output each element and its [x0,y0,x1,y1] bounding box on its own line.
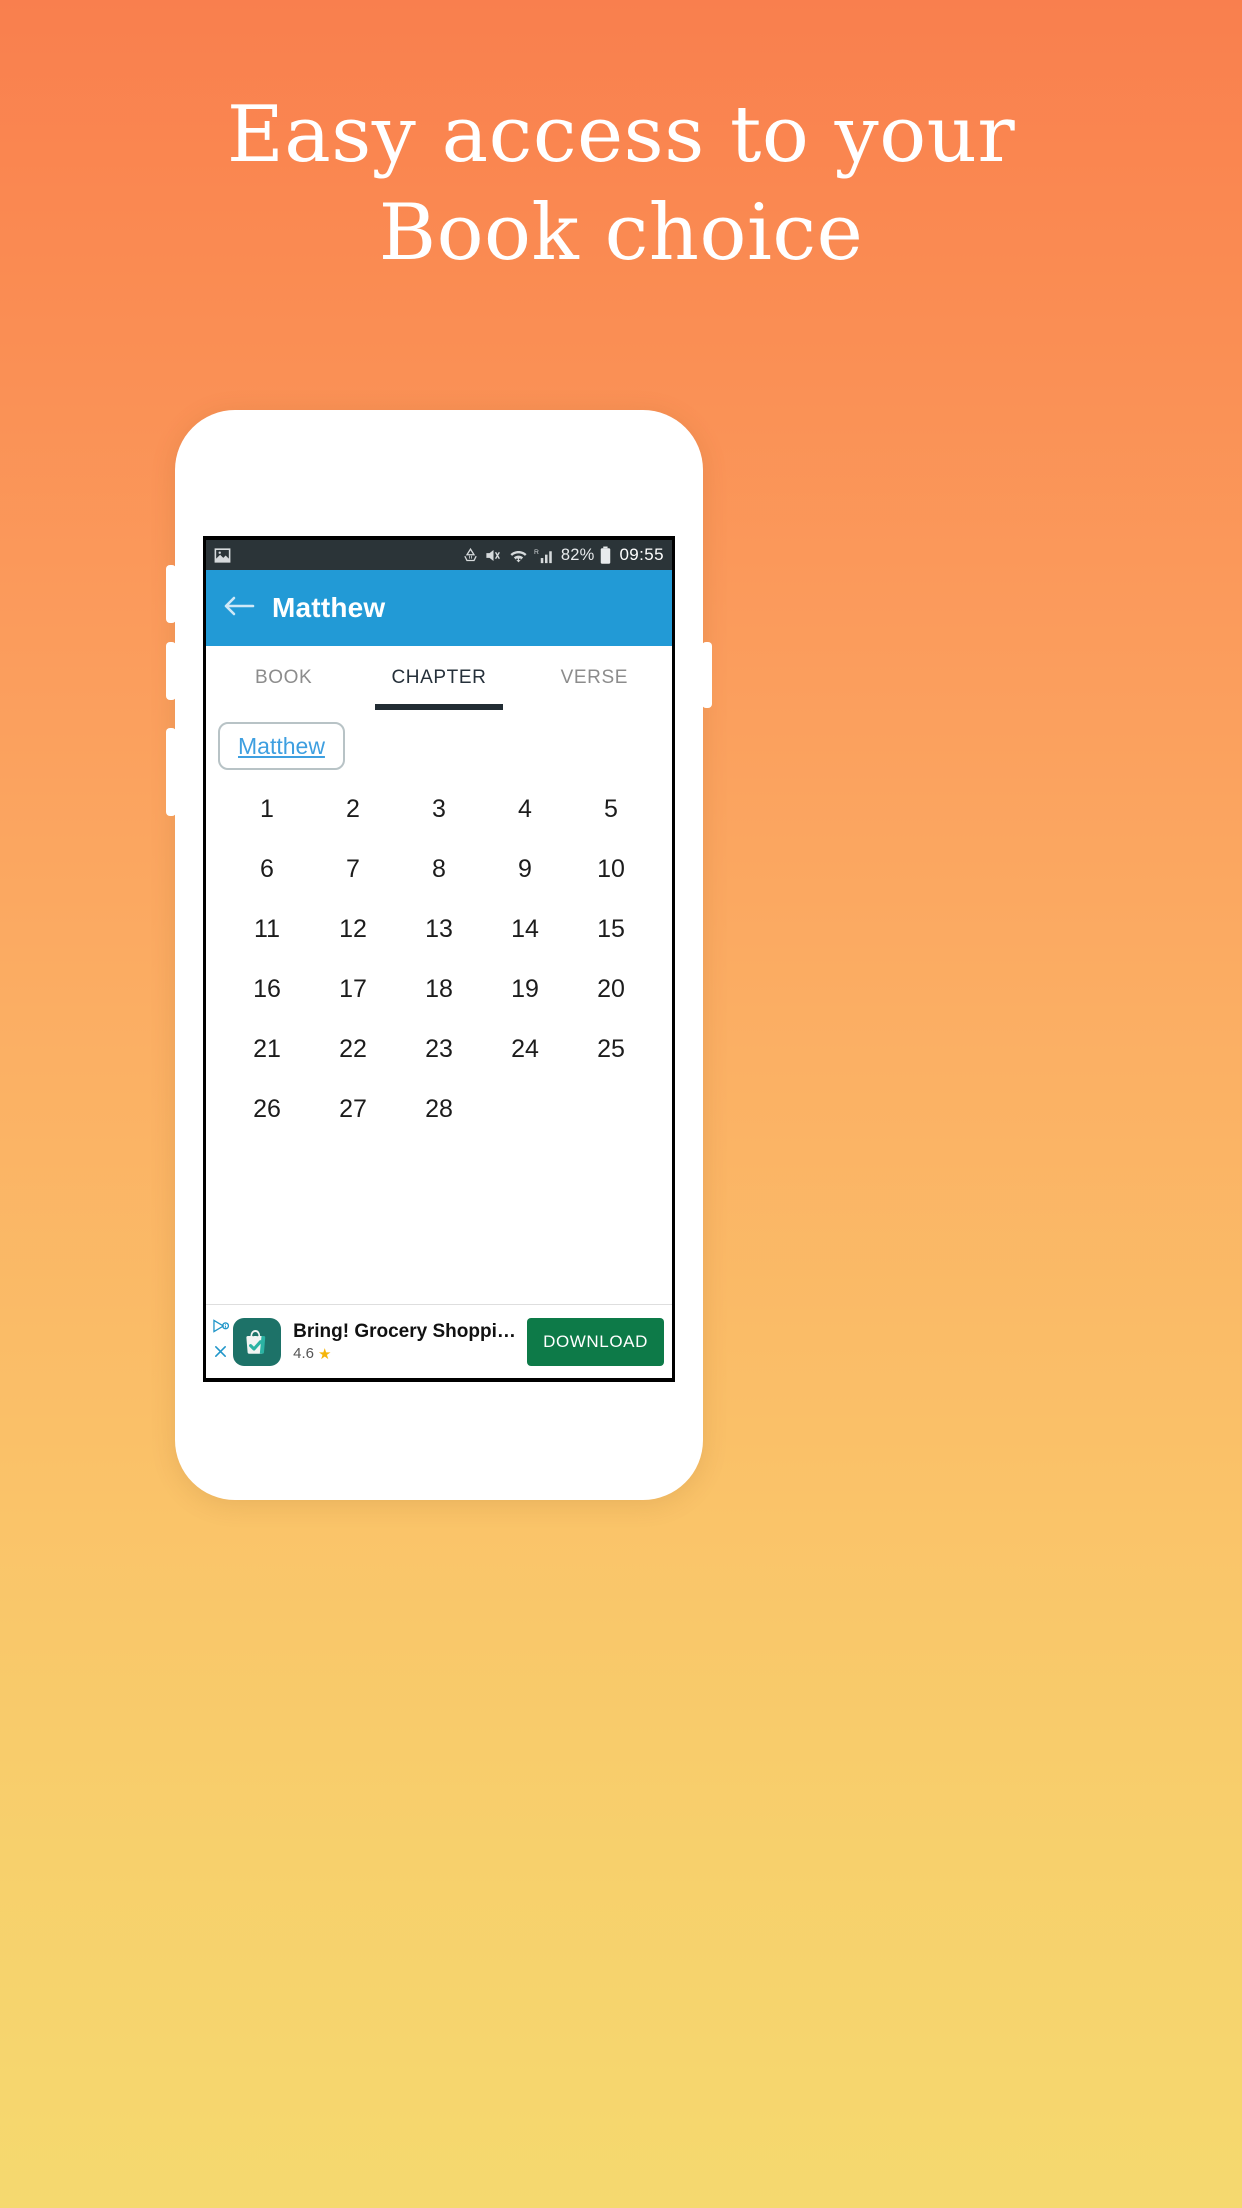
adchoices-icon[interactable] [212,1319,230,1338]
chapter-cell[interactable]: 24 [482,1032,568,1066]
chapter-cell[interactable]: 19 [482,972,568,1006]
chapter-cell[interactable]: 9 [482,852,568,886]
wifi-icon [508,546,529,565]
chapter-cell[interactable]: 15 [568,912,654,946]
ad-rating-value: 4.6 [293,1345,314,1362]
chapter-cell[interactable]: 17 [310,972,396,1006]
image-icon [213,546,232,565]
tab-chapter-label: CHAPTER [391,667,487,688]
phone-mockup: R 82% 09:55 Matthew BOOK CHAPTER VERSE M… [166,410,712,1500]
chapter-cell[interactable]: 26 [224,1092,310,1126]
tab-verse[interactable]: VERSE [517,646,672,710]
chapter-cell[interactable]: 8 [396,852,482,886]
data-transfer-icon [462,547,479,564]
chapter-cell[interactable]: 11 [224,912,310,946]
chapter-grid-container: 1 2 3 4 5 6 7 8 9 10 11 12 13 14 15 16 1 [206,770,672,1304]
phone-side-button[interactable] [166,728,176,816]
phone-volume-down-button[interactable] [166,642,176,700]
chapter-cell[interactable]: 18 [396,972,482,1006]
promo-headline-line-2: Book choice [378,187,864,278]
chapter-cell[interactable]: 14 [482,912,568,946]
chapter-cell[interactable]: 27 [310,1092,396,1126]
chapter-grid: 1 2 3 4 5 6 7 8 9 10 11 12 13 14 15 16 1 [224,792,654,1126]
chapter-cell[interactable]: 21 [224,1032,310,1066]
chapter-cell[interactable]: 7 [310,852,396,886]
chapter-cell[interactable]: 1 [224,792,310,826]
ad-banner-marks [210,1319,231,1364]
back-button[interactable] [206,593,272,624]
chapter-cell[interactable]: 25 [568,1032,654,1066]
chapter-cell[interactable]: 6 [224,852,310,886]
chapter-cell[interactable]: 28 [396,1092,482,1126]
tab-chapter[interactable]: CHAPTER [361,646,516,710]
chapter-cell[interactable]: 12 [310,912,396,946]
svg-text:R: R [534,548,539,555]
status-bar: R 82% 09:55 [206,540,672,570]
ad-banner[interactable]: Bring! Grocery Shopping List 4.6 ★ DOWNL… [206,1304,672,1378]
shopping-bag-check-icon [233,1317,282,1366]
page-title: Matthew [272,592,386,623]
chapter-cell[interactable]: 13 [396,912,482,946]
status-bar-clock: 09:55 [619,545,664,564]
chapter-cell[interactable]: 23 [396,1032,482,1066]
tab-verse-label: VERSE [560,667,629,688]
ad-banner-text: Bring! Grocery Shopping List 4.6 ★ [293,1321,527,1363]
close-icon[interactable] [213,1344,228,1364]
selected-book-label: Matthew [238,732,325,759]
status-bar-right: R 82% 09:55 [462,545,664,565]
app-screen: R 82% 09:55 Matthew BOOK CHAPTER VERSE M… [206,540,672,1378]
promo-headline: Easy access to your Book choice [0,90,1242,278]
chapter-cell[interactable]: 22 [310,1032,396,1066]
promo-headline-line-1: Easy access to your [226,90,1016,180]
chapter-cell[interactable]: 4 [482,792,568,826]
battery-full-icon [599,546,612,565]
arrow-left-icon [223,593,255,624]
phone-screen: R 82% 09:55 Matthew BOOK CHAPTER VERSE M… [203,536,675,1382]
chapter-cell[interactable]: 10 [568,852,654,886]
selected-book-chip[interactable]: Matthew [218,722,345,770]
app-bar: Matthew [206,570,672,646]
download-button[interactable]: DOWNLOAD [527,1317,664,1366]
battery-percent-label: 82% [560,545,595,564]
chapter-cell[interactable]: 2 [310,792,396,826]
chapter-cell[interactable]: 20 [568,972,654,1006]
tab-bar: BOOK CHAPTER VERSE [206,646,672,710]
selected-book-row: Matthew [206,710,672,770]
volume-mute-icon [484,546,503,565]
cell-signal-roaming-icon: R [534,546,556,565]
chapter-cell[interactable]: 3 [396,792,482,826]
phone-power-button[interactable] [702,642,712,708]
tab-book-label: BOOK [255,667,313,688]
chapter-cell[interactable]: 16 [224,972,310,1006]
tab-book[interactable]: BOOK [206,646,361,710]
star-icon: ★ [317,1345,332,1363]
phone-volume-up-button[interactable] [166,565,176,623]
ad-app-title: Bring! Grocery Shopping List [293,1320,527,1342]
chapter-cell[interactable]: 5 [568,792,654,826]
ad-rating-row: 4.6 ★ [293,1345,527,1363]
status-bar-left [213,546,232,565]
